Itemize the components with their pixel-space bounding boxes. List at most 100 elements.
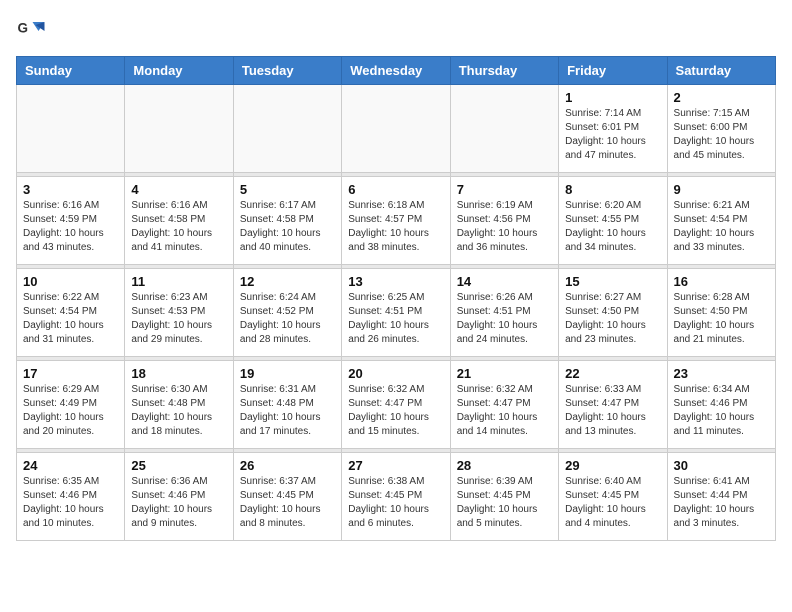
day-number: 19: [240, 366, 335, 381]
calendar-cell: 12 Sunrise: 6:24 AM Sunset: 4:52 PM Dayli…: [233, 269, 341, 357]
calendar-header-tuesday: Tuesday: [233, 57, 341, 85]
calendar-cell: 22Sunrise: 6:33 AM Sunset: 4:47 PM Dayli…: [559, 361, 667, 449]
day-number: 6: [348, 182, 443, 197]
day-number: 8: [565, 182, 660, 197]
day-info: Sunrise: 6:29 AM Sunset: 4:49 PM Dayligh…: [23, 383, 118, 439]
logo: G: [16, 16, 50, 46]
calendar-header-monday: Monday: [125, 57, 233, 85]
calendar-header-friday: Friday: [559, 57, 667, 85]
calendar-cell: 16 Sunrise: 6:28 AM Sunset: 4:50 PM Dayli…: [667, 269, 775, 357]
calendar-cell: 19 Sunrise: 6:31 AM Sunset: 4:48 PM Dayli…: [233, 361, 341, 449]
page-header: G: [16, 16, 776, 46]
calendar-cell: 30 Sunrise: 6:41 AM Sunset: 4:44 PM Dayli…: [667, 453, 775, 541]
day-number: 12: [240, 274, 335, 289]
calendar-cell: 1 Sunrise: 7:14 AM Sunset: 6:01 PM Daylig…: [559, 85, 667, 173]
calendar-header-wednesday: Wednesday: [342, 57, 450, 85]
svg-text:G: G: [18, 21, 29, 36]
calendar-cell: 25 Sunrise: 6:36 AM Sunset: 4:46 PM Dayli…: [125, 453, 233, 541]
calendar-cell: 8 Sunrise: 6:20 AM Sunset: 4:55 PM Daylig…: [559, 177, 667, 265]
calendar-header-row: SundayMondayTuesdayWednesdayThursdayFrid…: [17, 57, 776, 85]
day-number: 18: [131, 366, 226, 381]
logo-icon: G: [16, 16, 46, 46]
day-info: Sunrise: 6:32 AM Sunset: 4:47 PM Dayligh…: [348, 383, 443, 439]
day-number: 17: [23, 366, 118, 381]
calendar-week-row: 1 Sunrise: 7:14 AM Sunset: 6:01 PM Daylig…: [17, 85, 776, 173]
calendar-week-row: 24 Sunrise: 6:35 AM Sunset: 4:46 PM Dayli…: [17, 453, 776, 541]
day-info: Sunrise: 6:16 AM Sunset: 4:59 PM Dayligh…: [23, 199, 118, 255]
calendar-cell: 23 Sunrise: 6:34 AM Sunset: 4:46 PM Dayli…: [667, 361, 775, 449]
day-number: 15: [565, 274, 660, 289]
day-number: 20: [348, 366, 443, 381]
day-number: 5: [240, 182, 335, 197]
calendar-week-row: 3 Sunrise: 6:16 AM Sunset: 4:59 PM Daylig…: [17, 177, 776, 265]
day-number: 29: [565, 458, 660, 473]
day-info: Sunrise: 6:20 AM Sunset: 4:55 PM Dayligh…: [565, 199, 660, 255]
calendar-header-sunday: Sunday: [17, 57, 125, 85]
day-info: Sunrise: 6:28 AM Sunset: 4:50 PM Dayligh…: [674, 291, 769, 347]
day-info: Sunrise: 6:25 AM Sunset: 4:51 PM Dayligh…: [348, 291, 443, 347]
day-info: Sunrise: 6:41 AM Sunset: 4:44 PM Dayligh…: [674, 475, 769, 531]
day-number: 3: [23, 182, 118, 197]
day-info: Sunrise: 6:35 AM Sunset: 4:46 PM Dayligh…: [23, 475, 118, 531]
day-info: Sunrise: 6:39 AM Sunset: 4:45 PM Dayligh…: [457, 475, 552, 531]
calendar-week-row: 17 Sunrise: 6:29 AM Sunset: 4:49 PM Dayli…: [17, 361, 776, 449]
day-info: Sunrise: 7:14 AM Sunset: 6:01 PM Dayligh…: [565, 107, 660, 163]
calendar-week-row: 10Sunrise: 6:22 AM Sunset: 4:54 PM Dayli…: [17, 269, 776, 357]
calendar-cell: 9 Sunrise: 6:21 AM Sunset: 4:54 PM Daylig…: [667, 177, 775, 265]
day-info: Sunrise: 7:15 AM Sunset: 6:00 PM Dayligh…: [674, 107, 769, 163]
day-info: Sunrise: 6:37 AM Sunset: 4:45 PM Dayligh…: [240, 475, 335, 531]
day-number: 9: [674, 182, 769, 197]
day-info: Sunrise: 6:23 AM Sunset: 4:53 PM Dayligh…: [131, 291, 226, 347]
day-number: 28: [457, 458, 552, 473]
calendar-cell: 27 Sunrise: 6:38 AM Sunset: 4:45 PM Dayli…: [342, 453, 450, 541]
day-number: 16: [674, 274, 769, 289]
day-number: 7: [457, 182, 552, 197]
day-info: Sunrise: 6:24 AM Sunset: 4:52 PM Dayligh…: [240, 291, 335, 347]
calendar-cell: 15 Sunrise: 6:27 AM Sunset: 4:50 PM Dayli…: [559, 269, 667, 357]
day-info: Sunrise: 6:32 AM Sunset: 4:47 PM Dayligh…: [457, 383, 552, 439]
day-info: Sunrise: 6:36 AM Sunset: 4:46 PM Dayligh…: [131, 475, 226, 531]
calendar-cell: 6Sunrise: 6:18 AM Sunset: 4:57 PM Daylig…: [342, 177, 450, 265]
day-number: 1: [565, 90, 660, 105]
day-info: Sunrise: 6:26 AM Sunset: 4:51 PM Dayligh…: [457, 291, 552, 347]
calendar-cell: 14 Sunrise: 6:26 AM Sunset: 4:51 PM Dayli…: [450, 269, 558, 357]
day-number: 10: [23, 274, 118, 289]
calendar-cell: 24 Sunrise: 6:35 AM Sunset: 4:46 PM Dayli…: [17, 453, 125, 541]
day-info: Sunrise: 6:31 AM Sunset: 4:48 PM Dayligh…: [240, 383, 335, 439]
calendar-cell: [17, 85, 125, 173]
day-number: 26: [240, 458, 335, 473]
calendar-cell: 2 Sunrise: 7:15 AM Sunset: 6:00 PM Daylig…: [667, 85, 775, 173]
calendar-cell: 20 Sunrise: 6:32 AM Sunset: 4:47 PM Dayli…: [342, 361, 450, 449]
day-number: 30: [674, 458, 769, 473]
calendar-cell: 3 Sunrise: 6:16 AM Sunset: 4:59 PM Daylig…: [17, 177, 125, 265]
day-number: 2: [674, 90, 769, 105]
calendar-cell: 26 Sunrise: 6:37 AM Sunset: 4:45 PM Dayli…: [233, 453, 341, 541]
calendar-cell: 21 Sunrise: 6:32 AM Sunset: 4:47 PM Dayli…: [450, 361, 558, 449]
calendar-cell: 5 Sunrise: 6:17 AM Sunset: 4:58 PM Daylig…: [233, 177, 341, 265]
calendar-cell: [450, 85, 558, 173]
day-info: Sunrise: 6:17 AM Sunset: 4:58 PM Dayligh…: [240, 199, 335, 255]
calendar-header-thursday: Thursday: [450, 57, 558, 85]
day-number: 11: [131, 274, 226, 289]
calendar-cell: 4Sunrise: 6:16 AM Sunset: 4:58 PM Daylig…: [125, 177, 233, 265]
day-number: 13: [348, 274, 443, 289]
day-number: 21: [457, 366, 552, 381]
calendar-header-saturday: Saturday: [667, 57, 775, 85]
calendar-table: SundayMondayTuesdayWednesdayThursdayFrid…: [16, 56, 776, 541]
day-number: 24: [23, 458, 118, 473]
day-info: Sunrise: 6:34 AM Sunset: 4:46 PM Dayligh…: [674, 383, 769, 439]
calendar-cell: 17 Sunrise: 6:29 AM Sunset: 4:49 PM Dayli…: [17, 361, 125, 449]
day-number: 4: [131, 182, 226, 197]
calendar-cell: 13 Sunrise: 6:25 AM Sunset: 4:51 PM Dayli…: [342, 269, 450, 357]
day-number: 23: [674, 366, 769, 381]
calendar-cell: [233, 85, 341, 173]
day-number: 14: [457, 274, 552, 289]
day-info: Sunrise: 6:27 AM Sunset: 4:50 PM Dayligh…: [565, 291, 660, 347]
calendar-cell: 11 Sunrise: 6:23 AM Sunset: 4:53 PM Dayli…: [125, 269, 233, 357]
day-info: Sunrise: 6:38 AM Sunset: 4:45 PM Dayligh…: [348, 475, 443, 531]
day-number: 25: [131, 458, 226, 473]
calendar-cell: 18Sunrise: 6:30 AM Sunset: 4:48 PM Dayli…: [125, 361, 233, 449]
day-number: 27: [348, 458, 443, 473]
calendar-cell: 29Sunrise: 6:40 AM Sunset: 4:45 PM Dayli…: [559, 453, 667, 541]
day-info: Sunrise: 6:21 AM Sunset: 4:54 PM Dayligh…: [674, 199, 769, 255]
